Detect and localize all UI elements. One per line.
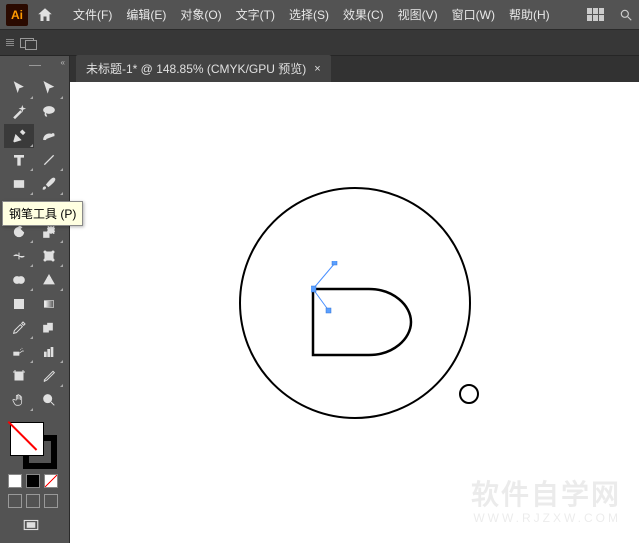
d-shape[interactable] xyxy=(311,261,413,357)
menu-help[interactable]: 帮助(H) xyxy=(502,0,557,30)
canvas[interactable]: 软件自学网 WWW.RJZXW.COM xyxy=(70,82,639,543)
panel-grip-icon[interactable] xyxy=(6,35,14,51)
watermark: 软件自学网 WWW.RJZXW.COM xyxy=(471,473,621,525)
control-bar xyxy=(0,30,639,56)
close-icon[interactable]: × xyxy=(314,63,320,75)
rectangle-tool[interactable] xyxy=(4,172,34,196)
color-mode-none[interactable] xyxy=(44,474,58,488)
selection-tool[interactable] xyxy=(4,76,34,100)
width-tool[interactable] xyxy=(4,244,34,268)
toolbox: « xyxy=(0,56,70,543)
menu-select[interactable]: 选择(S) xyxy=(282,0,336,30)
mesh-tool[interactable] xyxy=(4,292,34,316)
home-icon[interactable] xyxy=(36,6,54,24)
color-mode-row xyxy=(8,474,69,488)
slice-tool[interactable] xyxy=(34,364,64,388)
fill-swatch[interactable] xyxy=(10,422,44,456)
workspace-switcher-icon[interactable] xyxy=(587,8,605,22)
document-area: 未标题-1* @ 148.85% (CMYK/GPU 预览) × xyxy=(70,56,639,543)
app-logo: Ai xyxy=(6,4,28,26)
tab-label: 未标题-1* @ 148.85% (CMYK/GPU 预览) xyxy=(86,60,306,77)
draw-normal[interactable] xyxy=(8,494,22,508)
color-mode-gradient[interactable] xyxy=(26,474,40,488)
tab-bar: 未标题-1* @ 148.85% (CMYK/GPU 预览) × xyxy=(70,56,639,82)
magic-wand-tool[interactable] xyxy=(4,100,34,124)
type-tool[interactable] xyxy=(4,148,34,172)
watermark-main: 软件自学网 xyxy=(471,473,621,513)
document-setup-icon[interactable] xyxy=(20,38,34,48)
color-mode-color[interactable] xyxy=(8,474,22,488)
screen-mode-tool[interactable] xyxy=(22,518,69,535)
perspective-grid-tool[interactable] xyxy=(34,268,64,292)
pen-tool-tooltip: 钢笔工具 (P) xyxy=(2,201,83,226)
watermark-sub: WWW.RJZXW.COM xyxy=(471,511,621,525)
hand-tool[interactable] xyxy=(4,388,34,412)
paintbrush-tool[interactable] xyxy=(34,172,64,196)
shape-builder-tool[interactable] xyxy=(4,268,34,292)
document-tab[interactable]: 未标题-1* @ 148.85% (CMYK/GPU 预览) × xyxy=(76,55,331,82)
line-segment-tool[interactable] xyxy=(34,148,64,172)
direct-selection-tool[interactable] xyxy=(34,76,64,100)
eyedropper-tool[interactable] xyxy=(4,316,34,340)
menu-bar: Ai 文件(F) 编辑(E) 对象(O) 文字(T) 选择(S) 效果(C) 视… xyxy=(0,0,639,30)
menu-view[interactable]: 视图(V) xyxy=(391,0,445,30)
menu-window[interactable]: 窗口(W) xyxy=(445,0,502,30)
collapse-icon[interactable]: « xyxy=(61,58,65,67)
small-circle-shape[interactable] xyxy=(459,384,479,404)
lasso-tool[interactable] xyxy=(34,100,64,124)
symbol-sprayer-tool[interactable] xyxy=(4,340,34,364)
curvature-tool[interactable] xyxy=(34,124,64,148)
free-transform-tool[interactable] xyxy=(34,244,64,268)
artboard-tool[interactable] xyxy=(4,364,34,388)
menu-type[interactable]: 文字(T) xyxy=(229,0,282,30)
outer-circle-shape[interactable] xyxy=(239,187,471,419)
pen-tool[interactable] xyxy=(4,124,34,148)
draw-inside[interactable] xyxy=(44,494,58,508)
zoom-tool[interactable] xyxy=(34,388,64,412)
menu-object[interactable]: 对象(O) xyxy=(173,0,228,30)
menu-edit[interactable]: 编辑(E) xyxy=(119,0,173,30)
gradient-tool[interactable] xyxy=(34,292,64,316)
artwork xyxy=(239,187,471,419)
toolbox-grip-icon[interactable] xyxy=(0,60,69,70)
search-icon[interactable] xyxy=(619,8,633,22)
draw-mode-row xyxy=(8,494,69,508)
column-graph-tool[interactable] xyxy=(34,340,64,364)
blend-tool[interactable] xyxy=(34,316,64,340)
menu-file[interactable]: 文件(F) xyxy=(66,0,119,30)
menu-effect[interactable]: 效果(C) xyxy=(336,0,391,30)
draw-behind[interactable] xyxy=(26,494,40,508)
fill-stroke-swatch[interactable] xyxy=(10,422,60,466)
